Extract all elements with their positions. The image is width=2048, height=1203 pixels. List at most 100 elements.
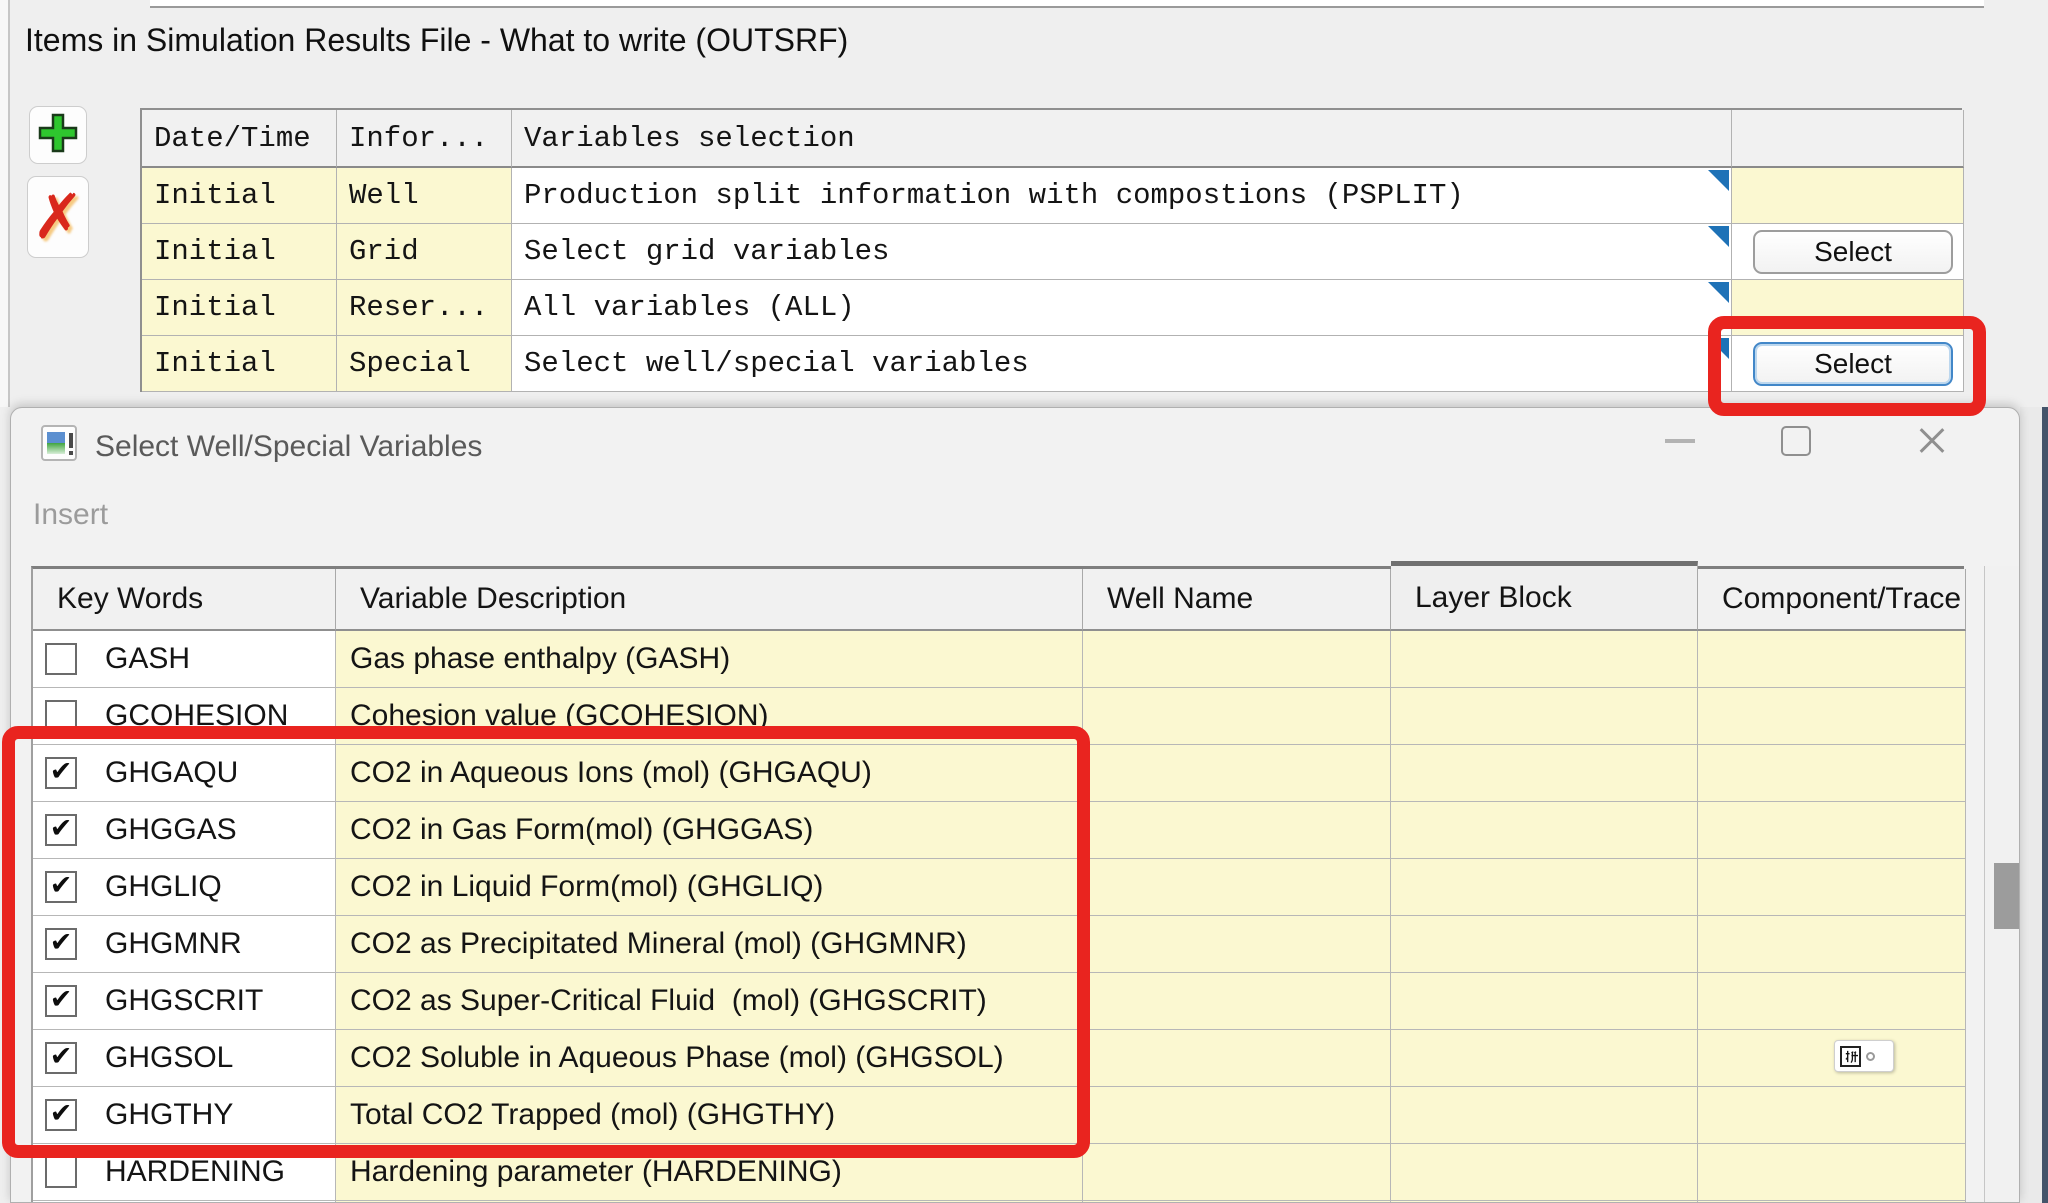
dropdown-corner-icon[interactable]: [1708, 226, 1729, 247]
cell-layer-block: [1391, 688, 1698, 745]
dialog-column-header: Key Words: [33, 569, 336, 631]
close-icon: [1915, 424, 1949, 458]
top-column-header: Variables selection: [512, 110, 1732, 168]
cell-well-name: [1083, 1030, 1391, 1087]
cell-description: Cohesion value (GCOHESION): [336, 688, 1083, 745]
ime-status-badge[interactable]: [1834, 1040, 1894, 1072]
variable-checkbox[interactable]: ✔: [45, 757, 77, 789]
page-title: Items in Simulation Results File - What …: [25, 22, 848, 59]
cell-description: Total CO2 Trapped (mol) (GHGTHY): [336, 1087, 1083, 1144]
cell-variables-selection: Select well/special variables: [512, 336, 1732, 392]
top-column-header: [1732, 110, 1964, 168]
cell-action: Select: [1732, 224, 1964, 280]
cell-keyword: GHGSOL✔: [33, 1030, 336, 1087]
cell-component-trace: [1698, 745, 1966, 802]
checkmark-icon: ✔: [50, 756, 73, 787]
dialog-title: Select Well/Special Variables: [95, 430, 482, 464]
cell-layer-block: [1391, 916, 1698, 973]
minimize-icon: [1665, 439, 1695, 443]
cell-description: Gas phase enthalpy (GASH): [336, 631, 1083, 688]
cell-date-time: Initial: [142, 168, 337, 224]
checkmark-icon: ✔: [50, 813, 73, 844]
cell-description: CO2 in Gas Form(mol) (GHGGAS): [336, 802, 1083, 859]
cell-keyword: HARDENING: [33, 1144, 336, 1201]
checkmark-icon: ✔: [50, 984, 73, 1015]
cell-date-time: Initial: [142, 280, 337, 336]
cell-layer-block: [1391, 1144, 1698, 1201]
variable-checkbox[interactable]: [45, 1156, 77, 1188]
menu-item-insert[interactable]: Insert: [33, 498, 108, 532]
variable-checkbox[interactable]: ✔: [45, 928, 77, 960]
variable-checkbox[interactable]: ✔: [45, 871, 77, 903]
cell-description: CO2 as Precipitated Mineral (mol) (GHGMN…: [336, 916, 1083, 973]
close-button[interactable]: [1899, 416, 1965, 466]
variable-checkbox[interactable]: ✔: [45, 814, 77, 846]
variables-table: Key WordsVariable DescriptionWell NameLa…: [31, 566, 1964, 1203]
variable-checkbox[interactable]: [45, 700, 77, 732]
checkmark-icon: ✔: [50, 1098, 73, 1129]
cell-layer-block: [1391, 1030, 1698, 1087]
pinyin-ime-icon: [1840, 1046, 1861, 1067]
cell-well-name: [1083, 973, 1391, 1030]
cell-keyword: GHGSCRIT✔: [33, 973, 336, 1030]
variable-checkbox[interactable]: ✔: [45, 1042, 77, 1074]
minimize-button[interactable]: [1647, 416, 1713, 466]
delete-row-button[interactable]: ✗: [27, 176, 89, 258]
maximize-icon: [1781, 426, 1811, 456]
cell-information: Special: [337, 336, 512, 392]
cell-well-name: [1083, 1087, 1391, 1144]
cell-layer-block: [1391, 631, 1698, 688]
cell-description: CO2 Soluble in Aqueous Phase (mol) (GHGS…: [336, 1030, 1083, 1087]
scrollbar-thumb[interactable]: [1994, 863, 2020, 929]
cell-component-trace: [1698, 1144, 1966, 1201]
cell-variables-selection: Select grid variables: [512, 224, 1732, 280]
dropdown-corner-icon[interactable]: [1708, 338, 1729, 359]
cell-component-trace: [1698, 802, 1966, 859]
variable-checkbox[interactable]: ✔: [45, 985, 77, 1017]
cell-well-name: [1083, 802, 1391, 859]
cell-date-time: Initial: [142, 336, 337, 392]
dialog-column-header: Component/Trace: [1698, 569, 1966, 631]
variable-checkbox[interactable]: ✔: [45, 1099, 77, 1131]
checkmark-icon: ✔: [50, 870, 73, 901]
cell-keyword: GHGAQU✔: [33, 745, 336, 802]
variable-checkbox[interactable]: [45, 643, 77, 675]
window-icon: [41, 425, 77, 461]
dialog-column-header: Variable Description: [336, 569, 1083, 631]
cell-well-name: [1083, 631, 1391, 688]
checkmark-icon: ✔: [50, 927, 73, 958]
cell-action: [1732, 280, 1964, 336]
cell-keyword: GHGMNR✔: [33, 916, 336, 973]
cell-keyword: GHGGAS✔: [33, 802, 336, 859]
cell-well-name: [1083, 745, 1391, 802]
ime-mode-icon: [1866, 1052, 1875, 1061]
select-button[interactable]: Select: [1753, 230, 1953, 274]
panel-left-edge: [0, 0, 10, 407]
add-row-button[interactable]: [29, 106, 87, 164]
select-button[interactable]: Select: [1753, 342, 1953, 386]
cell-component-trace: [1698, 916, 1966, 973]
cell-information: Reser...: [337, 280, 512, 336]
select-variables-dialog: Select Well/Special Variables Insert Key…: [10, 407, 2020, 1203]
dropdown-corner-icon[interactable]: [1708, 170, 1729, 191]
cell-variables-selection: All variables (ALL): [512, 280, 1732, 336]
underlying-window-edge: [2042, 407, 2048, 1203]
cell-layer-block: [1391, 1087, 1698, 1144]
cell-well-name: [1083, 1144, 1391, 1201]
dropdown-corner-icon[interactable]: [1708, 282, 1729, 303]
cell-action: [1732, 168, 1964, 224]
cell-keyword: GHGTHY✔: [33, 1087, 336, 1144]
cell-keyword: GASH: [33, 631, 336, 688]
cell-action: Select: [1732, 336, 1964, 392]
cell-layer-block: [1391, 859, 1698, 916]
cell-information: Grid: [337, 224, 512, 280]
dialog-column-header: Well Name: [1083, 569, 1391, 631]
cell-layer-block: [1391, 745, 1698, 802]
maximize-button[interactable]: [1763, 416, 1829, 466]
cell-component-trace: [1698, 688, 1966, 745]
cell-description: CO2 as Super-Critical Fluid (mol) (GHGSC…: [336, 973, 1083, 1030]
cell-component-trace: [1698, 1030, 1966, 1087]
cell-keyword: GHGLIQ✔: [33, 859, 336, 916]
cell-description: CO2 in Aqueous Ions (mol) (GHGAQU): [336, 745, 1083, 802]
cell-layer-block: [1391, 973, 1698, 1030]
